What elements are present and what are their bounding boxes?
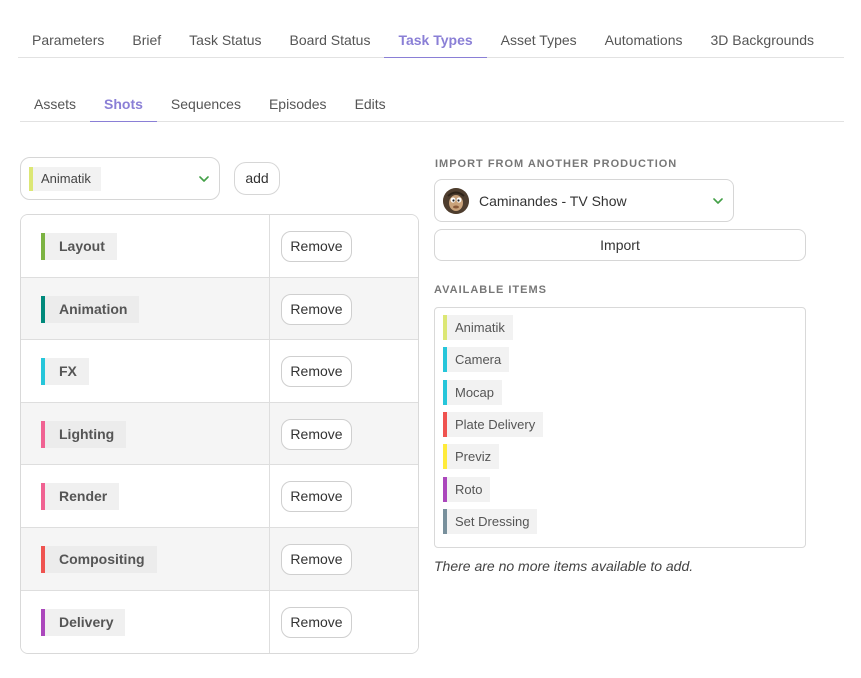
available-items-list: Animatik Camera Mocap Plate Delivery Previz R… — [434, 307, 806, 548]
color-bar — [41, 608, 45, 636]
remove-button[interactable]: Remove — [281, 606, 352, 638]
production-avatar — [443, 188, 469, 214]
task-type-chip: Lighting — [41, 420, 127, 448]
task-type-chip: FX — [41, 358, 89, 386]
add-button[interactable]: add — [234, 162, 280, 195]
subtab-edits[interactable]: Edits — [341, 87, 400, 122]
remove-button[interactable]: Remove — [281, 231, 352, 262]
color-bar — [443, 315, 447, 340]
remove-button[interactable]: Remove — [281, 418, 352, 450]
column-divider — [269, 277, 270, 340]
sub-tabs: Assets Shots Sequences Episodes Edits — [20, 87, 844, 122]
task-type-chip: Layout — [41, 233, 117, 260]
available-item-name: Plate Delivery — [455, 416, 536, 432]
task-type-row: Compositing Remove — [21, 527, 418, 591]
available-item-chip[interactable]: Plate Delivery — [443, 411, 544, 437]
tab-automations[interactable]: Automations — [591, 22, 697, 58]
tab-task-types[interactable]: Task Types — [384, 22, 487, 58]
color-bar — [41, 295, 45, 323]
task-type-row: Lighting Remove — [21, 402, 418, 466]
column-divider — [269, 590, 270, 654]
task-type-select[interactable]: Animatik — [20, 157, 220, 200]
remove-button[interactable]: Remove — [281, 356, 352, 388]
available-item-name: Camera — [455, 352, 502, 368]
color-bar — [443, 411, 447, 437]
remove-button[interactable]: Remove — [281, 293, 352, 325]
available-item-name: Animatik — [455, 320, 505, 335]
available-item-chip[interactable]: Mocap — [443, 379, 503, 405]
import-section-title: IMPORT FROM ANOTHER PRODUCTION — [435, 158, 678, 170]
color-bar — [443, 347, 447, 373]
import-button[interactable]: Import — [434, 229, 806, 261]
task-type-name: Delivery — [59, 613, 114, 630]
remove-button[interactable]: Remove — [281, 543, 352, 575]
task-type-row: Layout Remove — [21, 215, 418, 278]
task-type-chip: Animation — [41, 295, 140, 323]
chevron-down-icon — [713, 198, 723, 204]
color-bar — [41, 483, 45, 511]
empty-message: There are no more items available to add… — [434, 558, 694, 574]
remove-button[interactable]: Remove — [281, 481, 352, 513]
task-type-row: Render Remove — [21, 465, 418, 528]
tab-brief[interactable]: Brief — [118, 22, 175, 58]
subtab-episodes[interactable]: Episodes — [255, 87, 341, 122]
color-bar — [443, 444, 447, 470]
task-type-name: Animation — [59, 300, 128, 317]
task-type-row: Animation Remove — [21, 277, 418, 341]
available-item-chip[interactable]: Animatik — [443, 315, 513, 340]
tab-parameters[interactable]: Parameters — [18, 22, 118, 58]
available-item-chip[interactable]: Roto — [443, 476, 491, 502]
chevron-down-icon — [199, 176, 209, 182]
available-item-chip[interactable]: Camera — [443, 347, 510, 373]
color-bar — [41, 233, 45, 260]
subtab-assets[interactable]: Assets — [20, 87, 90, 122]
available-item-chip[interactable]: Set Dressing — [443, 508, 538, 534]
task-type-chip: Delivery — [41, 608, 126, 636]
task-type-name: Lighting — [59, 425, 115, 442]
task-type-row: FX Remove — [21, 340, 418, 403]
task-type-name: Render — [59, 488, 108, 505]
color-bar — [41, 545, 45, 573]
color-bar — [41, 420, 45, 448]
color-bar — [443, 379, 447, 405]
tab-asset-types[interactable]: Asset Types — [487, 22, 591, 58]
tab-board-status[interactable]: Board Status — [276, 22, 385, 58]
main-tabs: Parameters Brief Task Status Board Status Ta… — [18, 22, 844, 58]
task-type-name: Layout — [59, 238, 105, 254]
production-name: Caminandes - TV Show — [479, 193, 627, 209]
available-items-title: AVAILABLE ITEMS — [434, 284, 547, 296]
task-type-list: Layout Remove Animation Remove FX Remove Light… — [20, 214, 419, 655]
available-item-name: Mocap — [455, 384, 495, 400]
available-item-chip[interactable]: Previz — [443, 444, 500, 470]
selected-task-type-chip: Animatik — [29, 167, 101, 191]
task-type-name: FX — [59, 363, 77, 380]
subtab-shots[interactable]: Shots — [90, 87, 157, 122]
column-divider — [269, 465, 270, 527]
available-item-name: Previz — [455, 449, 492, 465]
tab-3d-backgrounds[interactable]: 3D Backgrounds — [697, 22, 829, 58]
color-bar — [41, 358, 45, 386]
color-bar — [29, 167, 33, 191]
production-select[interactable]: Caminandes - TV Show — [434, 179, 734, 222]
task-type-chip: Compositing — [41, 545, 157, 573]
available-item-name: Roto — [455, 481, 483, 497]
subtab-sequences[interactable]: Sequences — [157, 87, 255, 122]
task-type-chip: Render — [41, 483, 120, 511]
column-divider — [269, 340, 270, 402]
column-divider — [269, 527, 270, 590]
color-bar — [443, 476, 447, 502]
column-divider — [269, 215, 270, 277]
color-bar — [443, 508, 447, 534]
tab-task-status[interactable]: Task Status — [175, 22, 275, 58]
selected-task-type-label: Animatik — [41, 171, 91, 186]
task-type-row: Delivery Remove — [21, 590, 418, 654]
available-item-name: Set Dressing — [455, 513, 530, 529]
column-divider — [269, 402, 270, 465]
task-type-name: Compositing — [59, 550, 145, 567]
